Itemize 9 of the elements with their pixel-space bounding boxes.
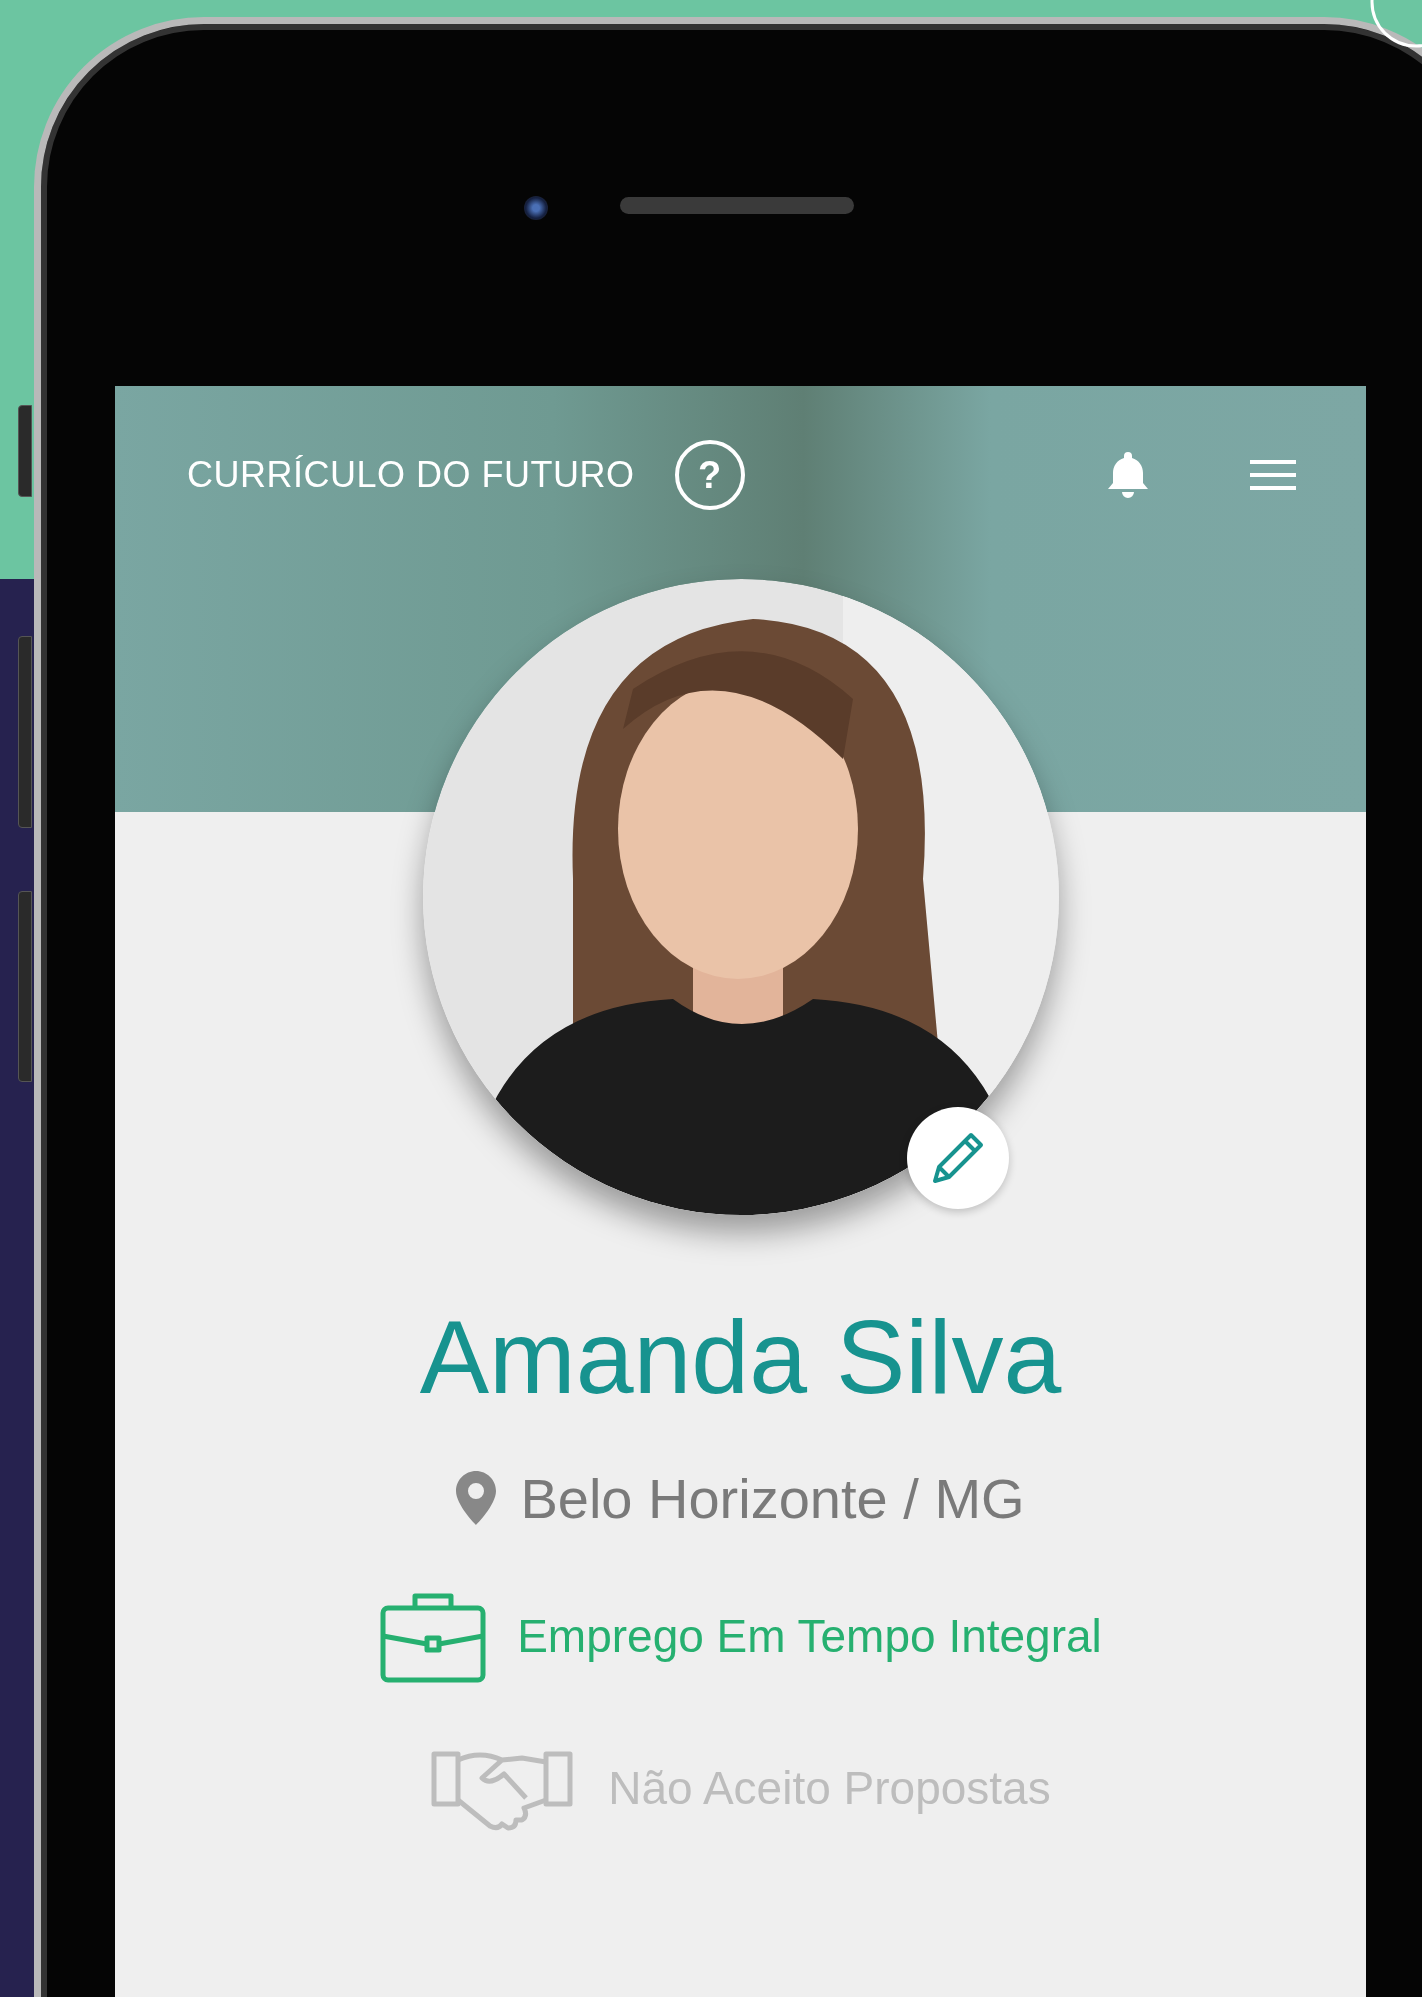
bell-icon[interactable] [1106, 450, 1150, 500]
location-text: Belo Horizonte / MG [520, 1465, 1025, 1532]
preference-text: Emprego Em Tempo Integral [517, 1609, 1102, 1665]
pencil-icon [930, 1131, 985, 1185]
location-pin-icon [456, 1471, 497, 1526]
app-title: CURRÍCULO DO FUTURO [187, 453, 635, 497]
profile-name: Amanda Silva [419, 1298, 1062, 1417]
menu-icon[interactable] [1250, 458, 1296, 492]
help-button[interactable]: ? [674, 440, 745, 510]
